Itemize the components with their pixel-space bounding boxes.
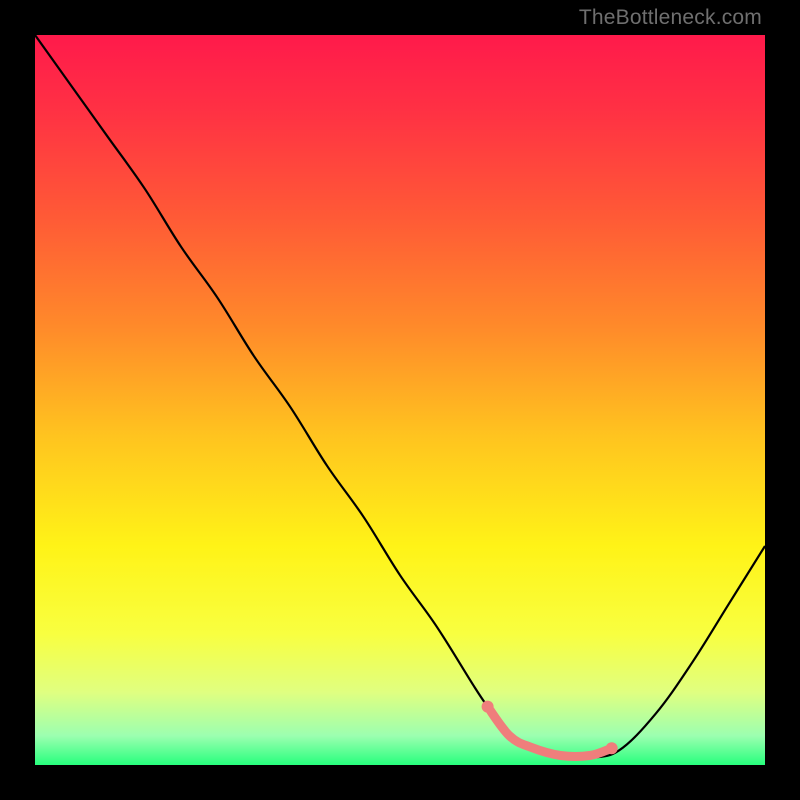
bottleneck-curve — [35, 35, 765, 759]
curve-layer — [35, 35, 765, 765]
optimal-range-end-dot — [606, 742, 618, 754]
optimal-range-start-dot — [482, 701, 494, 713]
plot-area — [35, 35, 765, 765]
watermark-text: TheBottleneck.com — [579, 6, 762, 30]
optimal-range-highlight — [488, 707, 612, 757]
chart-frame: TheBottleneck.com — [0, 0, 800, 800]
